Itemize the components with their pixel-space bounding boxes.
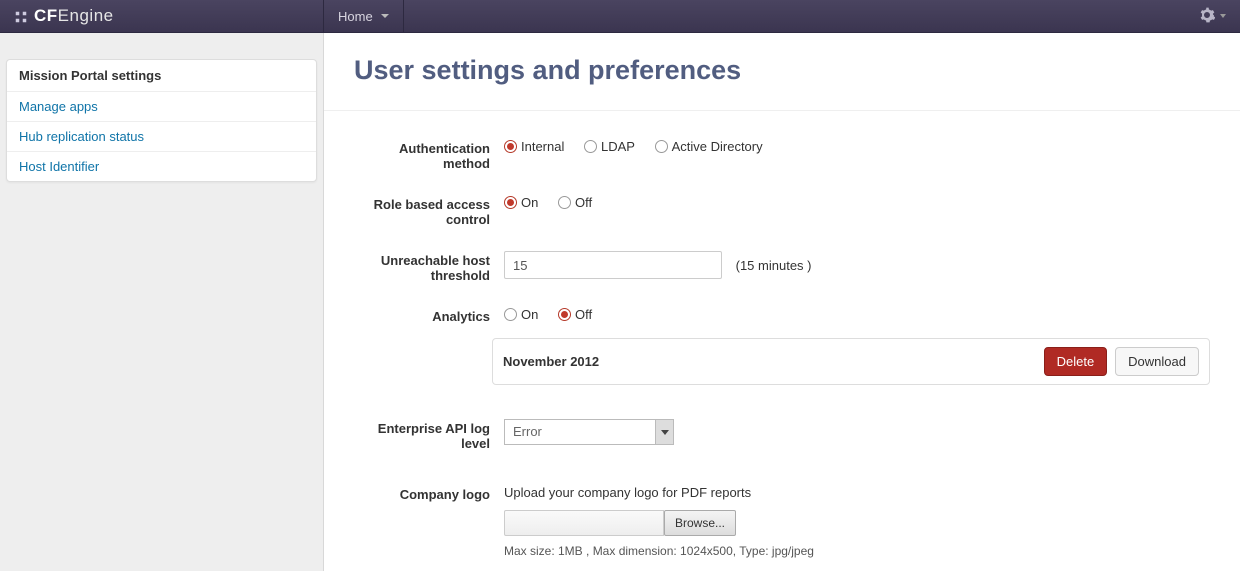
- sidebar-item-host-identifier[interactable]: Host Identifier: [7, 152, 316, 181]
- label-analytics: Analytics: [354, 307, 504, 324]
- browse-button[interactable]: Browse...: [664, 510, 736, 536]
- delete-button[interactable]: Delete: [1044, 347, 1108, 376]
- sidebar-item-hub-replication[interactable]: Hub replication status: [7, 122, 316, 152]
- radio-auth-ad-label: Active Directory: [672, 139, 763, 154]
- nav-home-dropdown[interactable]: Home: [324, 0, 404, 32]
- row-unreachable: Unreachable host threshold (15 minutes ): [354, 251, 1210, 283]
- label-auth-method: Authentication method: [354, 139, 504, 171]
- brand-logo-icon: [14, 9, 28, 23]
- brand: CFEngine: [0, 0, 324, 32]
- label-empty: [354, 338, 492, 340]
- row-analytics: Analytics On Off: [354, 307, 1210, 324]
- radio-dot-icon: [558, 196, 571, 209]
- brand-cf: CF: [34, 6, 58, 25]
- radio-dot-icon: [558, 308, 571, 321]
- caret-down-icon: [1220, 14, 1226, 18]
- radio-dot-icon: [584, 140, 597, 153]
- radio-auth-internal-label: Internal: [521, 139, 564, 154]
- radio-rbac-on-label: On: [521, 195, 538, 210]
- sidebar-item-manage-apps[interactable]: Manage apps: [7, 92, 316, 122]
- sidebar-panel: Mission Portal settings Manage apps Hub …: [6, 59, 317, 182]
- select-loglevel-value: Error: [505, 420, 673, 443]
- radio-analytics-on[interactable]: On: [504, 307, 538, 322]
- sidebar-title: Mission Portal settings: [7, 60, 316, 92]
- radio-rbac-off[interactable]: Off: [558, 195, 592, 210]
- gear-icon: [1199, 7, 1215, 26]
- row-company-logo: Company logo Upload your company logo fo…: [354, 485, 1210, 558]
- brand-engine: Engine: [58, 6, 114, 25]
- nav-home-label: Home: [338, 9, 373, 24]
- nav-settings-dropdown[interactable]: [1185, 0, 1240, 32]
- nav-spacer: [404, 0, 1185, 32]
- select-dropdown-button[interactable]: [655, 420, 673, 444]
- label-loglevel: Enterprise API log level: [354, 419, 504, 451]
- row-auth-method: Authentication method Internal LDAP Acti…: [354, 139, 1210, 171]
- radio-auth-ldap[interactable]: LDAP: [584, 139, 635, 154]
- radio-dot-icon: [504, 308, 517, 321]
- row-report-item: November 2012 Delete Download: [354, 338, 1210, 385]
- radio-dot-icon: [655, 140, 668, 153]
- caret-down-icon: [381, 14, 389, 18]
- hint-unreachable: (15 minutes ): [736, 258, 812, 273]
- label-company-logo: Company logo: [354, 485, 504, 502]
- radio-analytics-on-label: On: [521, 307, 538, 322]
- logo-help-text: Upload your company logo for PDF reports: [504, 485, 1210, 500]
- input-unreachable-threshold[interactable]: [504, 251, 722, 279]
- report-item: November 2012 Delete Download: [492, 338, 1210, 385]
- top-navbar: CFEngine Home: [0, 0, 1240, 33]
- select-loglevel[interactable]: Error: [504, 419, 674, 445]
- label-unreachable: Unreachable host threshold: [354, 251, 504, 283]
- radio-rbac-off-label: Off: [575, 195, 592, 210]
- radio-dot-icon: [504, 140, 517, 153]
- report-item-name: November 2012: [503, 354, 1044, 369]
- radio-analytics-off-label: Off: [575, 307, 592, 322]
- row-rbac: Role based access control On Off: [354, 195, 1210, 227]
- download-button[interactable]: Download: [1115, 347, 1199, 376]
- sidebar: Mission Portal settings Manage apps Hub …: [0, 33, 324, 571]
- brand-text: CFEngine: [34, 6, 114, 26]
- page-title: User settings and preferences: [324, 33, 1240, 111]
- logo-constraints: Max size: 1MB , Max dimension: 1024x500,…: [504, 544, 1210, 558]
- settings-form: Authentication method Internal LDAP Acti…: [324, 111, 1240, 571]
- file-path-display: [504, 510, 664, 536]
- radio-auth-ldap-label: LDAP: [601, 139, 635, 154]
- radio-analytics-off[interactable]: Off: [558, 307, 592, 322]
- file-upload: Browse...: [504, 510, 1210, 536]
- radio-dot-icon: [504, 196, 517, 209]
- row-loglevel: Enterprise API log level Error: [354, 419, 1210, 451]
- radio-auth-ad[interactable]: Active Directory: [655, 139, 763, 154]
- radio-auth-internal[interactable]: Internal: [504, 139, 564, 154]
- radio-rbac-on[interactable]: On: [504, 195, 538, 210]
- chevron-down-icon: [661, 430, 669, 435]
- main-content: User settings and preferences Authentica…: [324, 33, 1240, 571]
- label-rbac: Role based access control: [354, 195, 504, 227]
